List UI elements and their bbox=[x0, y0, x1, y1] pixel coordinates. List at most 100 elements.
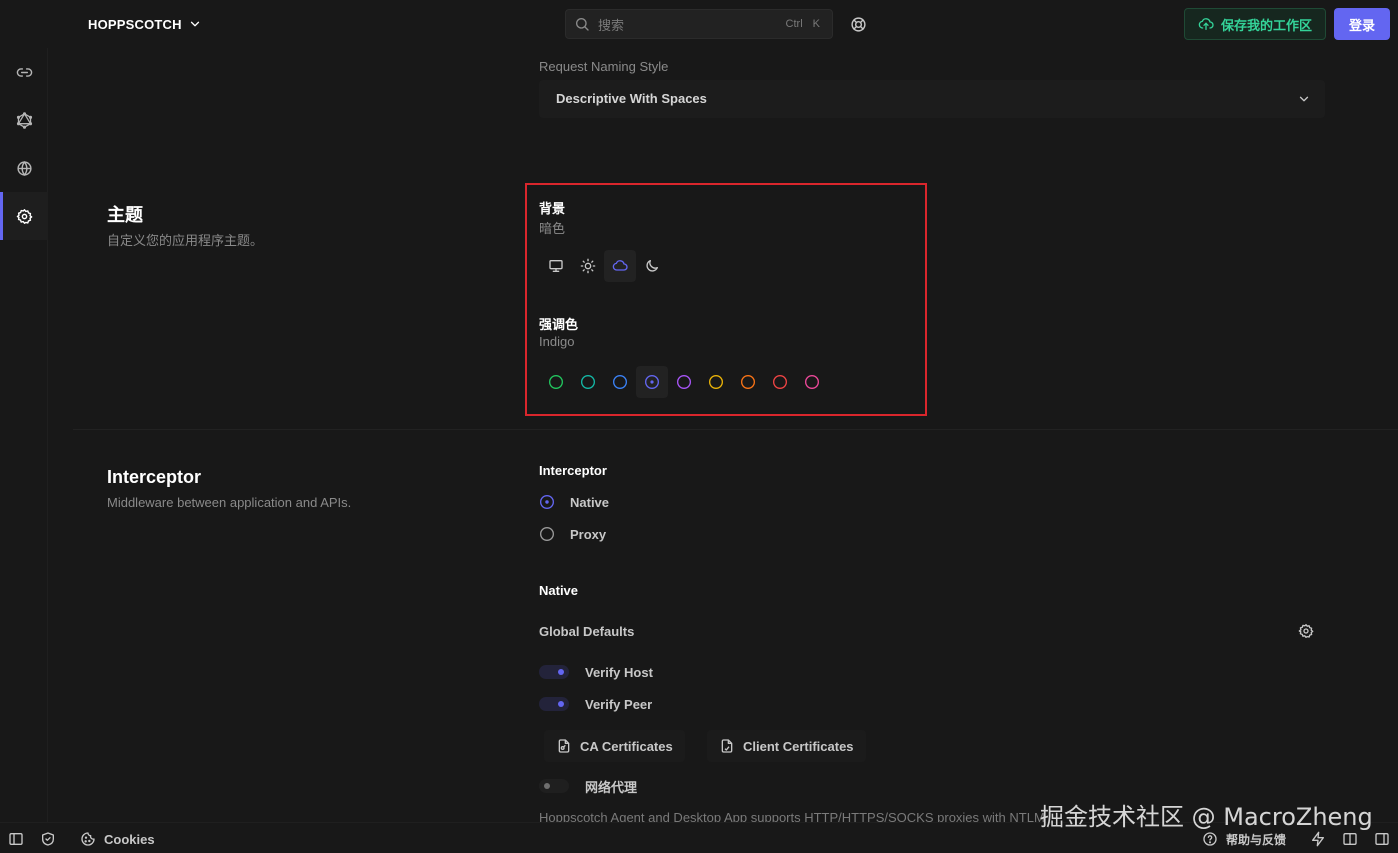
shield-check-icon bbox=[40, 831, 56, 847]
background-value: 暗色 bbox=[539, 221, 566, 236]
help-circle-icon bbox=[1202, 831, 1218, 847]
radio-selected-icon bbox=[645, 375, 659, 389]
top-header: HOPPSCOTCH 搜索 Ctrl K 保存我的工作区 登录 bbox=[0, 0, 1398, 48]
verify-host-label: Verify Host bbox=[585, 664, 653, 680]
search-icon bbox=[574, 16, 590, 32]
native-section-title: Native bbox=[539, 583, 579, 598]
accent-color-swatch[interactable] bbox=[604, 366, 636, 398]
chevron-down-icon bbox=[188, 17, 202, 31]
request-naming-value: Descriptive With Spaces bbox=[556, 91, 707, 106]
cookies-label: Cookies bbox=[104, 831, 155, 847]
toggle-switch bbox=[539, 665, 569, 679]
theme-section-description: 自定义您的应用程序主题。 bbox=[107, 233, 264, 248]
background-dark-button[interactable] bbox=[604, 250, 636, 282]
accent-color-swatch[interactable] bbox=[796, 366, 828, 398]
lifebuoy-icon bbox=[850, 16, 867, 33]
ca-certificates-label: CA Certificates bbox=[580, 738, 673, 754]
global-defaults-settings-button[interactable] bbox=[1290, 615, 1322, 647]
columns-icon bbox=[1342, 831, 1358, 847]
proxy-support-note: Hoppscotch Agent and Desktop App support… bbox=[539, 810, 1045, 822]
accent-color-swatch[interactable] bbox=[540, 366, 572, 398]
save-workspace-label: 保存我的工作区 bbox=[1220, 17, 1312, 33]
monitor-icon bbox=[548, 258, 564, 274]
globe-icon bbox=[16, 160, 33, 177]
theme-section-title: 主题 bbox=[107, 205, 143, 225]
interceptor-option-proxy[interactable]: Proxy bbox=[539, 524, 606, 544]
background-black-button[interactable] bbox=[636, 250, 668, 282]
layout-columns-button[interactable] bbox=[1342, 829, 1358, 849]
verify-peer-toggle[interactable]: Verify Peer bbox=[539, 694, 652, 714]
verify-host-toggle[interactable]: Verify Host bbox=[539, 662, 653, 682]
accent-color-label: 强调色 bbox=[539, 317, 579, 332]
accent-color-swatch[interactable] bbox=[732, 366, 764, 398]
circle-icon bbox=[581, 375, 595, 389]
interceptor-section-title: Interceptor bbox=[107, 467, 202, 487]
circle-icon bbox=[677, 375, 691, 389]
gear-icon bbox=[16, 208, 33, 225]
search-input[interactable]: 搜索 Ctrl K bbox=[565, 9, 833, 39]
accent-color-swatch[interactable] bbox=[636, 366, 668, 398]
interceptor-label: Interceptor bbox=[539, 463, 607, 478]
verify-peer-label: Verify Peer bbox=[585, 696, 653, 712]
cloud-upload-icon bbox=[1198, 16, 1214, 32]
global-defaults-label: Global Defaults bbox=[539, 624, 635, 639]
sidebar-item-graphql[interactable] bbox=[0, 96, 48, 144]
login-button[interactable]: 登录 bbox=[1334, 8, 1390, 40]
toggle-right-panel-button[interactable] bbox=[1374, 829, 1390, 849]
search-placeholder: 搜索 bbox=[598, 17, 625, 33]
background-label: 背景 bbox=[539, 201, 566, 216]
accent-color-swatch[interactable] bbox=[700, 366, 732, 398]
accent-color-swatch[interactable] bbox=[572, 366, 604, 398]
workspace-selector[interactable]: HOPPSCOTCH bbox=[88, 15, 202, 33]
background-light-button[interactable] bbox=[572, 250, 604, 282]
save-workspace-button[interactable]: 保存我的工作区 bbox=[1184, 8, 1326, 40]
client-certificates-label: Client Certificates bbox=[743, 738, 854, 754]
help-feedback-button[interactable]: 帮助与反馈 bbox=[1202, 829, 1286, 849]
request-naming-label: Request Naming Style bbox=[539, 59, 669, 74]
graphql-icon bbox=[16, 111, 33, 129]
interceptor-option-native[interactable]: Native bbox=[539, 492, 609, 512]
request-naming-select[interactable]: Descriptive With Spaces bbox=[539, 80, 1325, 118]
sidebar-item-settings[interactable] bbox=[0, 192, 48, 240]
file-badge-icon bbox=[719, 738, 735, 754]
accent-color-swatch[interactable] bbox=[764, 366, 796, 398]
background-system-button[interactable] bbox=[540, 250, 572, 282]
network-proxy-label: 网络代理 bbox=[585, 779, 638, 795]
sidebar-item-rest[interactable] bbox=[0, 48, 48, 96]
radio-unselected-icon bbox=[539, 526, 555, 542]
shortcut-k: K bbox=[812, 18, 820, 30]
privacy-button[interactable] bbox=[40, 829, 56, 849]
chevron-down-icon bbox=[1297, 92, 1311, 106]
sidebar-right-icon bbox=[1374, 831, 1390, 847]
circle-icon bbox=[805, 375, 819, 389]
interceptor-section-description: Middleware between application and APIs. bbox=[107, 495, 352, 510]
cloud-icon bbox=[612, 258, 628, 274]
toggle-sidebar-button[interactable] bbox=[8, 829, 24, 849]
ca-certificates-button[interactable]: CA Certificates bbox=[544, 730, 685, 762]
gear-icon bbox=[1298, 623, 1314, 639]
accent-color-value: Indigo bbox=[539, 334, 575, 349]
toggle-switch bbox=[539, 697, 569, 711]
status-bar: Cookies 帮助与反馈 bbox=[0, 822, 1398, 853]
sidebar-panel-icon bbox=[8, 831, 24, 847]
help-feedback-label: 帮助与反馈 bbox=[1226, 832, 1287, 847]
workspace-name: HOPPSCOTCH bbox=[88, 16, 182, 32]
client-certificates-button[interactable]: Client Certificates bbox=[707, 730, 866, 762]
circle-icon bbox=[773, 375, 787, 389]
support-button[interactable] bbox=[848, 14, 868, 34]
shortcut-ctrl: Ctrl bbox=[785, 18, 803, 30]
accent-color-swatch[interactable] bbox=[668, 366, 700, 398]
shortcuts-button[interactable] bbox=[1310, 829, 1326, 849]
toggle-switch bbox=[539, 779, 569, 793]
network-proxy-toggle[interactable]: 网络代理 bbox=[539, 776, 637, 796]
sun-icon bbox=[580, 258, 596, 274]
circle-icon bbox=[613, 375, 627, 389]
circle-icon bbox=[741, 375, 755, 389]
sidebar bbox=[0, 48, 48, 822]
section-divider bbox=[73, 429, 1398, 430]
cookies-button[interactable]: Cookies bbox=[80, 829, 155, 849]
circle-icon bbox=[549, 375, 563, 389]
sidebar-item-realtime[interactable] bbox=[0, 144, 48, 192]
zap-icon bbox=[1310, 831, 1326, 847]
cookie-icon bbox=[80, 831, 96, 847]
